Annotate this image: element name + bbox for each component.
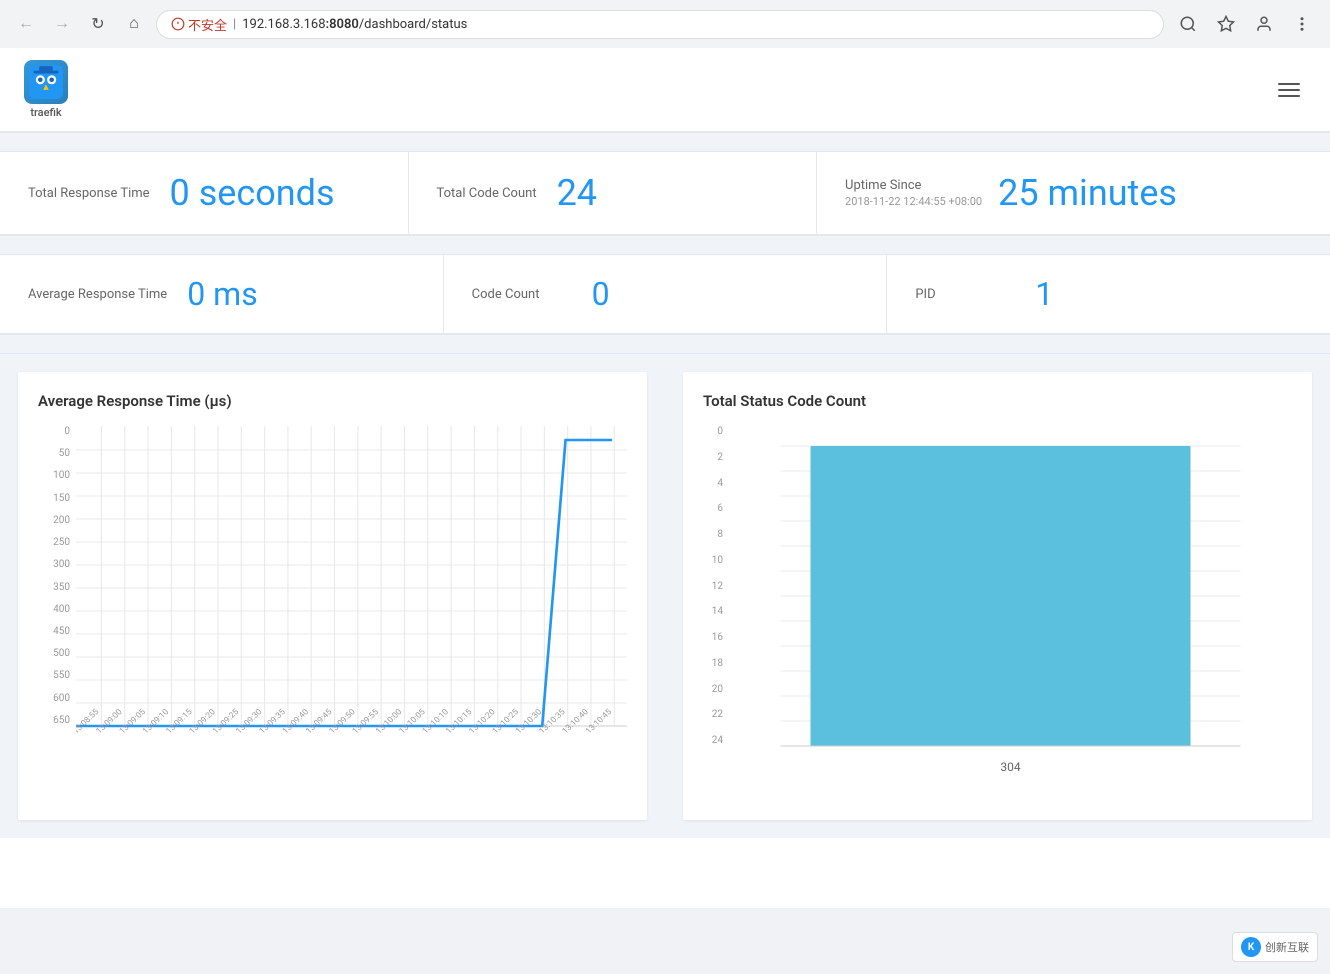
bar-y-22: 22	[703, 709, 723, 720]
total-response-time-label: Total Response Time	[28, 186, 150, 201]
uptime-value: 25 minutes	[998, 172, 1177, 214]
y-label-0: 650	[38, 715, 70, 726]
uptime-since-date: 2018-11-22 12:44:55 +08:00	[845, 195, 982, 208]
hamburger-button[interactable]	[1272, 77, 1306, 103]
uptime-label-group: Uptime Since 2018-11-22 12:44:55 +08:00	[845, 178, 982, 208]
back-button[interactable]: ←	[12, 10, 40, 38]
watermark-icon: K	[1241, 937, 1261, 957]
y-label-3: 500	[38, 648, 70, 659]
watermark-text: 创新互联	[1265, 939, 1309, 955]
bar-chart-wrapper: 24 22 20 18 16 14 12 10 8 6 4 2 0	[703, 426, 1292, 800]
section-band-2	[0, 235, 1330, 255]
section-band-3	[0, 334, 1330, 354]
y-label-4: 450	[38, 626, 70, 637]
svg-text:304: 304	[1000, 760, 1020, 774]
account-button[interactable]	[1248, 8, 1280, 40]
bar-y-2: 2	[703, 452, 723, 463]
bar-y-10: 10	[703, 555, 723, 566]
browser-toolbar: ← → ↻ ⌂ 不安全 | 192.168.3.168:8080/dashboa…	[0, 0, 1330, 48]
bar-y-6: 6	[703, 503, 723, 514]
bookmark-button[interactable]	[1210, 8, 1242, 40]
pid-cell: PID 1	[887, 255, 1330, 333]
page-wrapper: traefik Total Response Time 0 seconds To…	[0, 48, 1330, 908]
browser-chrome: ← → ↻ ⌂ 不安全 | 192.168.3.168:8080/dashboa…	[0, 0, 1330, 48]
y-label-2: 550	[38, 670, 70, 681]
bar-y-12: 12	[703, 581, 723, 592]
y-label-10: 150	[38, 493, 70, 504]
y-axis: 650 600 550 500 450 400 350 300 250 200 …	[38, 426, 70, 776]
line-chart-svg: 13:08:55 13:09:00 13:09:05 13:09:10 13:0…	[76, 426, 627, 776]
charts-area: Average Response Time (μs) 650 600 550 5…	[0, 354, 1330, 838]
bar-chart-panel: Total Status Code Count 24 22 20 18 16 1…	[683, 372, 1312, 820]
total-code-count-cell: Total Code Count 24	[409, 152, 818, 234]
avg-response-time-value: 0 ms	[187, 275, 258, 313]
y-label-9: 200	[38, 515, 70, 526]
logo-icon	[24, 60, 68, 104]
bar-y-18: 18	[703, 658, 723, 669]
menu-button[interactable]	[1286, 8, 1318, 40]
total-code-count-label: Total Code Count	[437, 186, 537, 201]
bar-y-20: 20	[703, 684, 723, 695]
logo-text: traefik	[30, 106, 61, 119]
bar-y-14: 14	[703, 606, 723, 617]
bar-chart-body: 304	[729, 426, 1292, 800]
hamburger-line-1	[1278, 83, 1300, 85]
security-indicator: 不安全	[171, 15, 227, 34]
bar-y-24: 24	[703, 735, 723, 746]
bar-y-8: 8	[703, 529, 723, 540]
line-chart-body: 13:08:55 13:09:00 13:09:05 13:09:10 13:0…	[76, 426, 627, 780]
y-label-1: 600	[38, 693, 70, 704]
home-button[interactable]: ⌂	[120, 10, 148, 38]
bar-y-16: 16	[703, 632, 723, 643]
stats-row-2: Average Response Time 0 ms Code Count 0 …	[0, 255, 1330, 334]
code-count-value: 0	[592, 275, 610, 313]
forward-button[interactable]: →	[48, 10, 76, 38]
bar-y-0: 0	[703, 426, 723, 437]
app-header: traefik	[0, 48, 1330, 132]
line-chart-panel: Average Response Time (μs) 650 600 550 5…	[18, 372, 647, 820]
line-chart-wrapper: 650 600 550 500 450 400 350 300 250 200 …	[38, 426, 627, 780]
y-label-7: 300	[38, 559, 70, 570]
section-band-1	[0, 132, 1330, 152]
uptime-cell: Uptime Since 2018-11-22 12:44:55 +08:00 …	[817, 152, 1330, 234]
bar-chart-title: Total Status Code Count	[703, 392, 1292, 410]
search-button[interactable]	[1172, 8, 1204, 40]
bar-chart-svg: 304	[729, 426, 1292, 796]
line-chart-title: Average Response Time (μs)	[38, 392, 627, 410]
total-code-count-value: 24	[557, 172, 597, 214]
url-text: 192.168.3.168:8080/dashboard/status	[242, 17, 467, 32]
y-label-11: 100	[38, 470, 70, 481]
address-bar[interactable]: 不安全 | 192.168.3.168:8080/dashboard/statu…	[156, 10, 1164, 39]
hamburger-line-2	[1278, 89, 1300, 91]
pid-label: PID	[915, 287, 1015, 302]
bar-y-axis: 24 22 20 18 16 14 12 10 8 6 4 2 0	[703, 426, 723, 746]
total-response-time-value: 0 seconds	[170, 172, 335, 214]
logo-area: traefik	[24, 60, 68, 119]
y-label-5: 400	[38, 604, 70, 615]
stats-row-1: Total Response Time 0 seconds Total Code…	[0, 152, 1330, 235]
reload-button[interactable]: ↻	[84, 10, 112, 38]
hamburger-line-3	[1278, 95, 1300, 97]
y-label-13: 0	[38, 426, 70, 437]
toolbar-right	[1172, 8, 1318, 40]
y-label-8: 250	[38, 537, 70, 548]
watermark: K 创新互联	[1232, 932, 1318, 962]
pid-value: 1	[1035, 275, 1053, 313]
avg-response-time-label: Average Response Time	[28, 287, 167, 302]
avg-response-time-cell: Average Response Time 0 ms	[0, 255, 444, 333]
y-label-6: 350	[38, 582, 70, 593]
total-response-time-cell: Total Response Time 0 seconds	[0, 152, 409, 234]
bar-y-4: 4	[703, 478, 723, 489]
uptime-label: Uptime Since	[845, 178, 982, 193]
code-count-cell: Code Count 0	[444, 255, 888, 333]
code-count-label: Code Count	[472, 287, 572, 302]
svg-text:13:10:45: 13:10:45	[584, 707, 615, 736]
y-label-12: 50	[38, 448, 70, 459]
